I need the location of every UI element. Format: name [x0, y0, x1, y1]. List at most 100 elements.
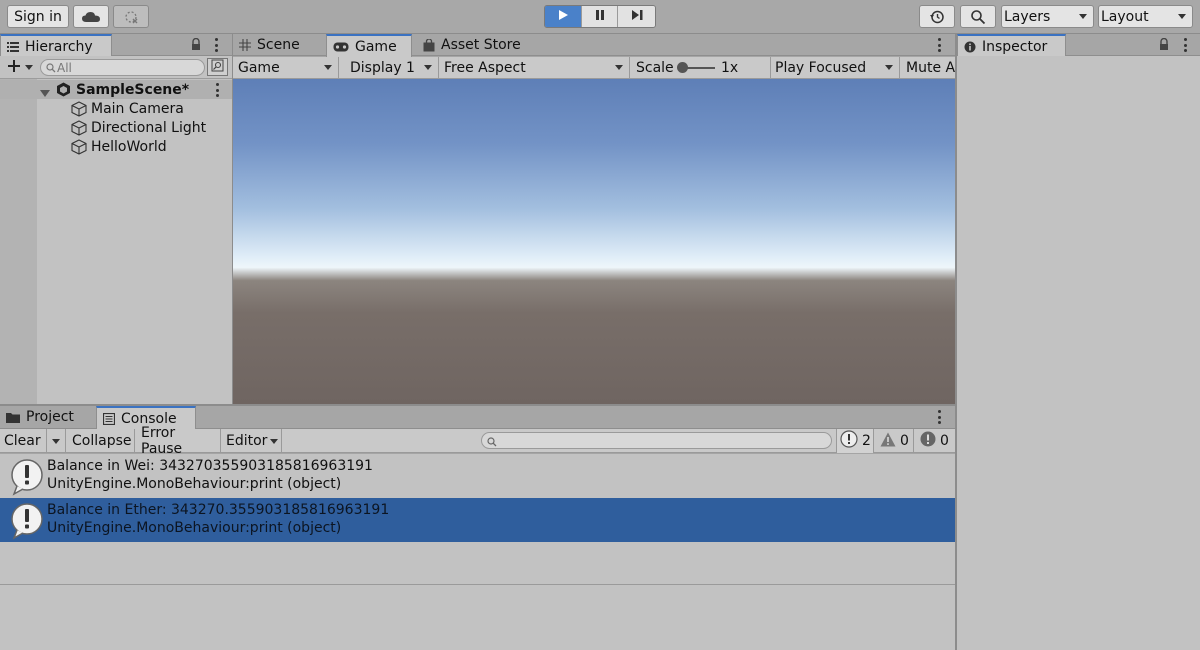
- layout-label: Layout: [1101, 8, 1149, 25]
- tree-item-label: Directional Light: [91, 119, 207, 136]
- view-dropdown[interactable]: Game: [233, 57, 339, 79]
- chevron-down-icon: [52, 433, 60, 449]
- history-button[interactable]: [919, 5, 955, 28]
- center-tabbar: Scene Game Asset Store: [233, 34, 955, 57]
- tab-scene-label: Scene: [257, 37, 300, 53]
- clear-options-dropdown[interactable]: [47, 429, 66, 453]
- layout-dropdown[interactable]: Layout: [1098, 5, 1193, 28]
- history-icon: [929, 9, 945, 25]
- log-message: Balance in Wei: 343270355903185816963191: [47, 458, 373, 474]
- tab-hierarchy[interactable]: Hierarchy: [0, 34, 112, 57]
- hierarchy-menu-icon[interactable]: [214, 38, 218, 52]
- play-icon: [557, 9, 569, 25]
- info-icon: [964, 41, 976, 53]
- log-entry-selected[interactable]: Balance in Ether: 343270.355903185816963…: [0, 498, 955, 542]
- inspector-tabbar: Inspector: [957, 34, 1200, 57]
- scale-label: Scale: [636, 60, 674, 76]
- chevron-down-icon: [270, 433, 279, 449]
- scale-control: Scale 1x: [631, 57, 771, 79]
- chevron-down-icon: [1079, 14, 1087, 19]
- layers-label: Layers: [1004, 8, 1051, 25]
- scene-name: SampleScene*: [76, 81, 190, 98]
- hierarchy-tabbar: Hierarchy: [0, 34, 232, 57]
- shopping-bag-icon: [423, 38, 435, 52]
- collapse-toggle[interactable]: Collapse: [67, 429, 135, 453]
- lock-icon[interactable]: [191, 37, 201, 55]
- play-mode-dropdown[interactable]: Play Focused: [772, 57, 900, 79]
- tab-asset-store[interactable]: Asset Store: [417, 34, 537, 56]
- cloud-icon: [82, 11, 100, 23]
- log-entry[interactable]: Balance in Wei: 343270355903185816963191…: [0, 454, 955, 498]
- mute-audio-toggle[interactable]: Mute Au: [901, 57, 955, 79]
- console-log-list: Balance in Wei: 343270355903185816963191…: [0, 454, 955, 650]
- hierarchy-title: Hierarchy: [25, 38, 93, 55]
- lock-icon[interactable]: [1159, 37, 1169, 55]
- display-dropdown-label: Display 1: [350, 60, 415, 76]
- collab-button[interactable]: [113, 5, 149, 28]
- clear-button[interactable]: Clear: [0, 429, 47, 453]
- play-button[interactable]: [545, 6, 582, 27]
- tab-inspector[interactable]: Inspector: [957, 34, 1066, 57]
- center-menu-icon[interactable]: [937, 38, 941, 52]
- error-filter-toggle[interactable]: 0: [915, 429, 955, 453]
- display-dropdown[interactable]: Display 1: [340, 57, 439, 79]
- tab-project[interactable]: Project: [0, 406, 96, 428]
- scale-slider-thumb[interactable]: [677, 62, 688, 73]
- log-trace: UnityEngine.MonoBehaviour:print (object): [47, 476, 342, 492]
- error-icon: [920, 431, 936, 451]
- info-bubble-icon: [9, 458, 44, 496]
- list-icon: [7, 41, 19, 52]
- console-toolbar: Clear Collapse Error Pause Editor 2 0 0: [0, 425, 955, 457]
- panel-divider[interactable]: [232, 34, 233, 405]
- chevron-down-icon: [1178, 14, 1186, 19]
- console-menu-icon[interactable]: [937, 410, 941, 424]
- grid-icon: [239, 39, 251, 51]
- info-bubble-icon: [9, 502, 44, 540]
- hierarchy-search-input[interactable]: All: [40, 59, 205, 76]
- tab-project-label: Project: [26, 409, 74, 425]
- chevron-down-icon: [615, 65, 623, 70]
- search-button[interactable]: [960, 5, 996, 28]
- log-message: Balance in Ether: 343270.355903185816963…: [47, 502, 390, 518]
- log-filter-toggle[interactable]: 2: [836, 429, 874, 453]
- play-mode-label: Play Focused: [775, 60, 867, 76]
- scene-menu-icon[interactable]: [215, 83, 219, 97]
- layers-dropdown[interactable]: Layers: [1001, 5, 1094, 28]
- console-detail-divider[interactable]: [0, 584, 955, 585]
- panel-divider[interactable]: [0, 404, 955, 406]
- warning-filter-toggle[interactable]: 0: [875, 429, 914, 453]
- sign-in-button[interactable]: Sign in: [7, 5, 69, 28]
- tree-item-directional-light[interactable]: Directional Light: [0, 118, 232, 137]
- tree-item-main-camera[interactable]: Main Camera: [0, 99, 232, 118]
- tab-scene[interactable]: Scene: [233, 34, 325, 56]
- log-count: 2: [862, 433, 871, 449]
- step-button[interactable]: [618, 6, 655, 27]
- search-icon: [46, 62, 56, 76]
- chevron-down-icon: [25, 60, 33, 75]
- chevron-down-icon: [324, 65, 332, 70]
- error-pause-toggle[interactable]: Error Pause: [136, 425, 221, 457]
- tab-game[interactable]: Game: [326, 34, 412, 57]
- pause-button[interactable]: [581, 6, 619, 27]
- tree-item-scene[interactable]: SampleScene*: [0, 80, 232, 99]
- tab-game-label: Game: [355, 38, 397, 55]
- sign-in-label: Sign in: [14, 8, 62, 25]
- panel-divider[interactable]: [955, 34, 957, 650]
- cloud-button[interactable]: [73, 5, 109, 28]
- collapse-label: Collapse: [72, 433, 132, 449]
- chevron-down-icon: [424, 65, 432, 70]
- inspector-menu-icon[interactable]: [1183, 38, 1187, 52]
- main-toolbar: Sign in Layers Layout: [0, 0, 1200, 34]
- aspect-dropdown[interactable]: Free Aspect: [440, 57, 630, 79]
- tree-item-label: HelloWorld: [91, 138, 167, 155]
- gameobject-cube-icon: [71, 139, 87, 159]
- plus-icon: [7, 59, 21, 77]
- editor-dropdown[interactable]: Editor: [222, 429, 282, 453]
- search-scene-button[interactable]: [207, 58, 228, 76]
- tree-item-helloworld[interactable]: HelloWorld: [0, 137, 232, 156]
- create-button[interactable]: [7, 59, 35, 76]
- console-icon: [103, 412, 115, 425]
- game-viewport[interactable]: [233, 79, 955, 404]
- console-search-input[interactable]: [481, 432, 832, 449]
- error-pause-label: Error Pause: [141, 425, 183, 457]
